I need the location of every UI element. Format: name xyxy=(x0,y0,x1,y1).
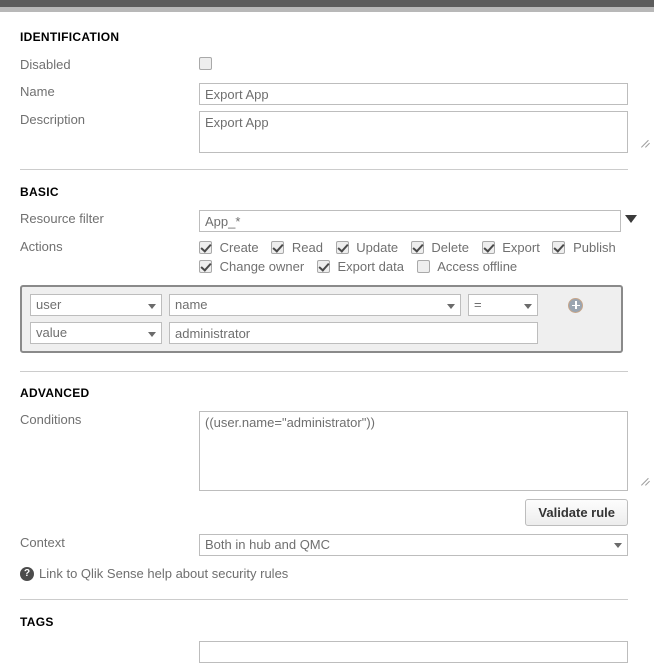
actions-checkbox-group: Create Read Update Delete Export Publish… xyxy=(199,238,629,276)
question-circle-icon: ? xyxy=(20,566,34,581)
resource-filter-row: Resource filter xyxy=(0,210,654,232)
tags-input[interactable] xyxy=(199,641,628,663)
tags-row xyxy=(0,641,654,663)
action-update-label: Update xyxy=(356,240,399,255)
action-access-offline-checkbox[interactable] xyxy=(416,260,430,273)
rule-value-type-select[interactable]: value xyxy=(30,322,162,344)
action-export[interactable]: Export xyxy=(481,238,540,257)
conditions-label: Conditions xyxy=(20,412,82,427)
validate-rule-row: Validate rule xyxy=(0,499,654,526)
rule-builder-box: user name = value xyxy=(20,285,623,353)
action-update[interactable]: Update xyxy=(335,238,399,257)
action-update-checkbox[interactable] xyxy=(335,241,349,254)
description-label: Description xyxy=(20,112,86,127)
identification-section: IDENTIFICATION Disabled Name Description… xyxy=(0,12,654,169)
validate-rule-button[interactable]: Validate rule xyxy=(525,499,628,526)
action-access-offline-label: Access offline xyxy=(437,259,518,274)
rule-builder-row-1: user name = xyxy=(30,294,613,316)
conditions-row: Conditions ((user.name="administrator")) xyxy=(0,411,654,491)
security-rules-help-link[interactable]: Link to Qlik Sense help about security r… xyxy=(39,566,288,581)
actions-label: Actions xyxy=(20,239,63,254)
action-create[interactable]: Create xyxy=(199,238,259,257)
action-change-owner-checkbox[interactable] xyxy=(199,260,212,273)
action-export-label: Export xyxy=(502,240,540,255)
action-create-checkbox[interactable] xyxy=(199,241,212,254)
conditions-textarea[interactable]: ((user.name="administrator")) xyxy=(199,411,628,491)
context-label: Context xyxy=(20,535,65,550)
context-row: Context Both in hub and QMC xyxy=(0,534,654,556)
action-export-data-label: Export data xyxy=(337,259,404,274)
action-publish-checkbox[interactable] xyxy=(552,241,566,254)
action-publish[interactable]: Publish xyxy=(552,238,616,257)
description-textarea[interactable]: Export App xyxy=(199,111,628,153)
context-select[interactable]: Both in hub and QMC xyxy=(199,534,628,556)
action-read[interactable]: Read xyxy=(271,238,323,257)
rule-property-select[interactable]: name xyxy=(169,294,461,316)
description-row: Description Export App xyxy=(0,111,654,153)
action-export-data-checkbox[interactable] xyxy=(316,260,330,273)
advanced-section-title: ADVANCED xyxy=(20,386,90,400)
action-read-checkbox[interactable] xyxy=(271,241,285,254)
action-create-label: Create xyxy=(219,240,259,255)
disabled-checkbox[interactable] xyxy=(199,57,212,70)
action-access-offline[interactable]: Access offline xyxy=(416,257,518,276)
help-link-row: ? Link to Qlik Sense help about security… xyxy=(0,566,654,581)
resource-filter-input[interactable] xyxy=(199,210,621,232)
action-publish-label: Publish xyxy=(573,240,616,255)
action-delete[interactable]: Delete xyxy=(410,238,469,257)
basic-section-title: BASIC xyxy=(20,185,59,199)
action-export-checkbox[interactable] xyxy=(481,241,495,254)
disabled-row: Disabled xyxy=(0,56,654,74)
conditions-resize-handle[interactable] xyxy=(642,477,651,486)
advanced-section: ADVANCED Conditions ((user.name="adminis… xyxy=(0,371,654,599)
basic-section: BASIC Resource filter Actions Create xyxy=(0,169,654,371)
name-input[interactable] xyxy=(199,83,628,105)
action-change-owner[interactable]: Change owner xyxy=(199,257,304,276)
identification-section-title: IDENTIFICATION xyxy=(20,30,120,44)
rule-value-input[interactable] xyxy=(169,322,538,344)
name-label: Name xyxy=(20,84,55,99)
action-export-data[interactable]: Export data xyxy=(316,257,404,276)
name-row: Name xyxy=(0,83,654,105)
window-top-bar xyxy=(0,0,654,7)
action-delete-label: Delete xyxy=(431,240,469,255)
action-change-owner-label: Change owner xyxy=(219,259,305,274)
plus-circle-icon[interactable] xyxy=(568,297,583,313)
description-resize-handle[interactable] xyxy=(642,139,651,148)
action-delete-checkbox[interactable] xyxy=(410,241,424,254)
rule-operator-select[interactable]: = xyxy=(468,294,538,316)
chevron-down-icon[interactable] xyxy=(625,215,637,223)
rule-resource-type-select[interactable]: user xyxy=(30,294,162,316)
security-rule-form: IDENTIFICATION Disabled Name Description… xyxy=(0,12,654,663)
disabled-label: Disabled xyxy=(20,57,71,72)
tags-section-title: TAGS xyxy=(20,615,54,629)
resource-filter-label: Resource filter xyxy=(20,211,104,226)
action-read-label: Read xyxy=(291,240,323,255)
tags-section: TAGS xyxy=(0,599,654,663)
actions-row: Actions Create Read Update Delete Export… xyxy=(0,238,654,276)
rule-builder-row-2: value xyxy=(30,322,613,344)
